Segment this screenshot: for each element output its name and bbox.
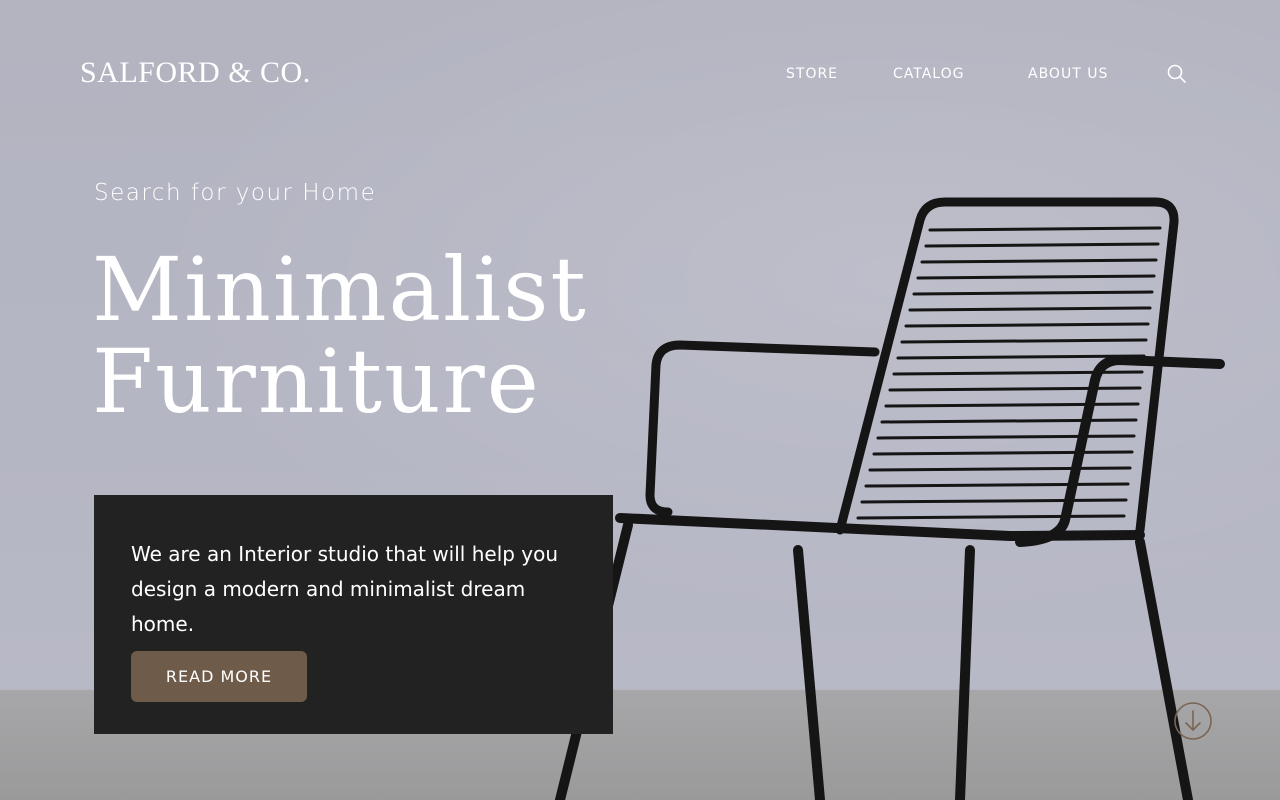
nav-link-store[interactable]: STORE: [786, 66, 838, 82]
read-more-button[interactable]: READ MORE: [131, 651, 307, 702]
hero-tagline: Search for your Home: [94, 180, 377, 206]
hero-headline-line-2: Furniture: [92, 330, 541, 433]
hero-headline: Minimalist Furniture: [92, 244, 588, 428]
arrow-down-circle-icon: [1174, 702, 1212, 740]
search-button[interactable]: [1166, 63, 1188, 85]
intro-panel: We are an Interior studio that will help…: [94, 495, 613, 734]
chair-image: [555, 197, 1225, 800]
hero-headline-line-1: Minimalist: [92, 238, 588, 341]
nav-link-about-us[interactable]: ABOUT US: [1028, 66, 1108, 82]
nav-link-catalog[interactable]: CATALOG: [893, 66, 964, 82]
intro-description: We are an Interior studio that will help…: [131, 542, 559, 636]
search-icon: [1167, 64, 1186, 83]
scroll-down-button[interactable]: [1173, 701, 1213, 741]
brand-logo[interactable]: SALFORD & CO.: [80, 56, 311, 90]
